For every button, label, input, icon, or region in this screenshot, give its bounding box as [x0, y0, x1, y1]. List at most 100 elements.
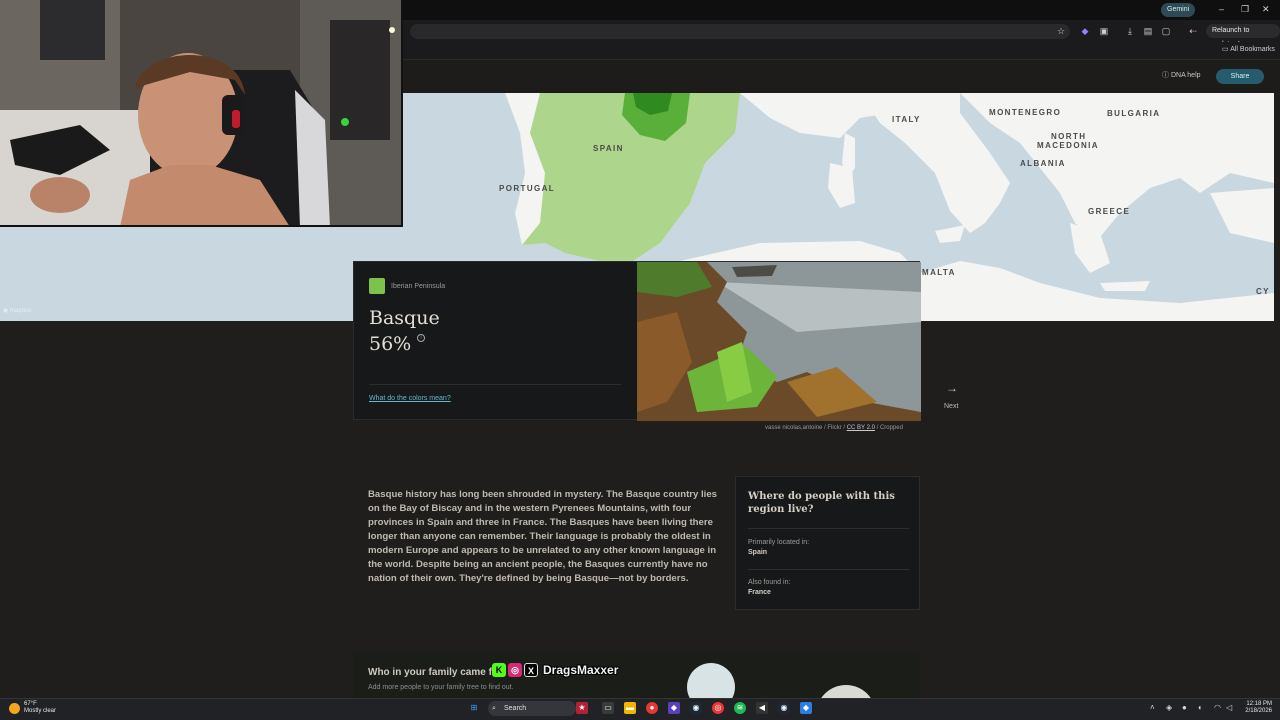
app-icon[interactable]: ◎ [712, 702, 724, 714]
all-bookmarks-link[interactable]: ▭ All Bookmarks [1222, 45, 1275, 55]
region-color-swatch [369, 278, 385, 294]
map-label-greece: GREECE [1088, 207, 1131, 216]
credit-license-link[interactable]: CC BY 2.0 [847, 425, 875, 431]
turkey-land [1210, 188, 1274, 243]
colors-meaning-link[interactable]: What do the colors mean? [369, 394, 451, 403]
app-icon[interactable]: ◆ [800, 702, 812, 714]
weather-widget[interactable]: 67°F Mostly clear [24, 701, 56, 715]
bookmarks-bar [403, 42, 1280, 60]
steam-icon[interactable]: ◉ [690, 702, 702, 714]
flag-icon[interactable]: ★ [576, 702, 588, 714]
screen: Gemini – ❐ ✕ ☆ ◆ ▣ ⤓ ▤ ▢ ⇠ Relaunch to u… [0, 0, 1280, 720]
x-icon: X [524, 662, 538, 677]
mapbox-attribution[interactable]: ◉ mapbox [3, 307, 31, 315]
app-icon[interactable]: ◀ [756, 702, 768, 714]
tray-icon[interactable]: ● [1182, 703, 1187, 713]
credit-prefix: vasse nicolas,antoine / Flickr / [765, 425, 847, 431]
population-name: Basque [369, 307, 440, 329]
sidepanel-icon[interactable]: ▤ [1142, 25, 1154, 37]
instagram-icon: ◎ [508, 662, 522, 677]
volume-icon[interactable]: ◁ [1226, 703, 1232, 713]
also-found-value: France [748, 589, 771, 596]
tray-icon[interactable]: ◈ [1166, 703, 1172, 713]
chevron-up-icon[interactable]: ˄ [1150, 703, 1155, 713]
app-icon[interactable]: ◆ [668, 702, 680, 714]
chrome-icon[interactable]: ● [646, 702, 658, 714]
steam-icon[interactable]: ◉ [778, 702, 790, 714]
extension-icon[interactable]: ◆ [1079, 25, 1091, 37]
tray-icon[interactable]: ◐ [1198, 703, 1203, 713]
info-icon[interactable]: i [417, 334, 425, 342]
family-heading: Who in your family came f [368, 667, 492, 678]
primary-location-label: Primarily located in: [748, 539, 810, 546]
webcam-image [0, 0, 401, 225]
clock-date: 2/18/2026 [1245, 708, 1272, 714]
where-live-heading: Where do people with this region live? [748, 491, 895, 515]
region-name: Iberian Peninsula [391, 283, 446, 290]
dna-help-link[interactable]: ⓘ DNA help [1162, 71, 1201, 81]
family-section: Who in your family came f Add more peopl… [353, 652, 920, 720]
mapbox-logo-icon: ◉ [3, 308, 9, 314]
dna-help-label: DNA help [1170, 72, 1201, 79]
wifi-icon[interactable]: ◠ [1214, 703, 1221, 713]
map-label-cyprus: CY [1256, 287, 1270, 296]
star-icon[interactable]: ☆ [1055, 25, 1067, 37]
gemini-button[interactable]: Gemini [1161, 3, 1196, 17]
share-button[interactable]: Share [1216, 69, 1264, 84]
next-arrow-icon[interactable]: → [946, 382, 958, 394]
map-label-montenegro: MONTENEGRO [989, 108, 1062, 117]
maximize-button[interactable]: ❐ [1241, 4, 1249, 14]
region-history-text: Basque history has long been shrouded in… [368, 489, 718, 584]
population-percent: 56% [369, 333, 412, 355]
weather-temp: 67°F [24, 701, 37, 707]
photo-credit: vasse nicolas,antoine / Flickr / CC BY 2… [765, 424, 903, 432]
map-label-spain: SPAIN [593, 144, 624, 153]
address-bar[interactable] [410, 24, 1070, 39]
weather-icon[interactable] [9, 703, 20, 714]
family-subtext: Add more people to your family tree to f… [368, 684, 514, 691]
also-found-label: Also found in: [748, 579, 791, 586]
primary-location-value: Spain [748, 549, 768, 556]
map-label-albania: ALBANIA [1020, 159, 1066, 168]
puzzle-icon[interactable]: ▣ [1098, 25, 1110, 37]
where-live-panel: Where do people with this region live? P… [735, 476, 920, 610]
relaunch-button[interactable]: Relaunch to update ⋮ [1206, 24, 1280, 48]
kick-icon: K [492, 662, 506, 677]
map-label-macedonia: MACEDONIA [1037, 141, 1099, 150]
sardinia-land [828, 163, 855, 208]
weather-condition: Mostly clear [24, 708, 57, 714]
map-label-italy: ITALY [892, 115, 921, 124]
divider [369, 384, 621, 385]
next-button[interactable]: Next [944, 402, 958, 411]
taskbar-clock[interactable]: 12:18 PM 2/18/2026 [1240, 701, 1272, 715]
search-icon: ⌕ [492, 705, 496, 712]
all-bookmarks-label: All Bookmarks [1230, 46, 1275, 53]
map-label-malta: MALTA [922, 268, 956, 277]
map-label-north: NORTH [1051, 132, 1087, 141]
map-label-portugal: PORTUGAL [499, 184, 556, 193]
download-icon[interactable]: ⤓ [1124, 25, 1136, 37]
stream-social-overlay: K ◎ X DragsMaxxer [492, 661, 618, 678]
spotify-icon[interactable]: ≋ [734, 702, 746, 714]
task-view-icon[interactable]: ▭ [602, 702, 614, 714]
coast-photo [637, 262, 921, 421]
file-explorer-icon[interactable]: ▬ [624, 702, 636, 714]
streamer-handle: DragsMaxxer [543, 662, 619, 677]
help-icon: ⓘ [1162, 72, 1169, 79]
folder-icon: ▭ [1222, 46, 1229, 53]
close-button[interactable]: ✕ [1262, 4, 1270, 14]
profile-icon[interactable]: ▢ [1160, 25, 1172, 37]
webcam-feed [0, 0, 403, 227]
search-label: Search [504, 705, 527, 712]
crete-land [1100, 281, 1150, 291]
site-header [403, 61, 1280, 93]
mapbox-label: mapbox [9, 308, 32, 314]
taskbar-search[interactable]: ⌕ Search [488, 701, 576, 716]
region-photo [637, 262, 921, 421]
map-label-bulgaria: BULGARIA [1107, 109, 1161, 118]
clock-time: 12:18 PM [1246, 701, 1272, 707]
start-icon[interactable]: ⊞ [468, 702, 480, 714]
minimize-button[interactable]: – [1219, 4, 1224, 14]
sicily-land [935, 225, 965, 243]
back-icon[interactable]: ⇠ [1187, 25, 1199, 37]
